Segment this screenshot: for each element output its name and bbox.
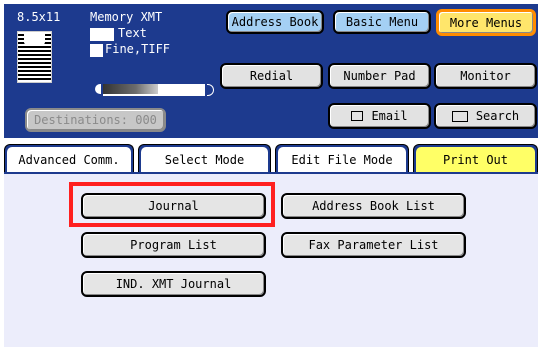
paper-size: 8.5x11 [17, 10, 61, 24]
destinations-button[interactable]: Destinations: 000 [25, 108, 166, 132]
tab-select-mode[interactable]: Select Mode [138, 144, 271, 172]
orig-type: Text [118, 26, 147, 40]
text-icon [90, 28, 114, 41]
address-book-button[interactable]: Address Book [226, 10, 324, 34]
email-button[interactable]: Email [328, 103, 431, 129]
tab-edit-file-mode[interactable]: Edit File Mode [275, 144, 409, 172]
search-button[interactable]: Search [434, 103, 537, 129]
fax-parameter-list-button[interactable]: Fax Parameter List [281, 232, 466, 258]
density-right-icon [207, 84, 214, 96]
book-icon [451, 110, 468, 122]
header-panel: 8.5x11 Memory XMT Text Fine,TIFF Destina… [4, 4, 538, 138]
redial-button[interactable]: Redial [220, 63, 323, 89]
document-icon [17, 31, 52, 83]
tab-print-out[interactable]: Print Out [413, 144, 538, 172]
fax-screen: 8.5x11 Memory XMT Text Fine,TIFF Destina… [0, 0, 542, 349]
number-pad-button[interactable]: Number Pad [328, 63, 431, 89]
density-left-icon [95, 84, 101, 94]
program-list-button[interactable]: Program List [81, 232, 266, 258]
density-bar [90, 83, 217, 96]
envelope-icon [351, 111, 364, 121]
resolution: Fine,TIFF [105, 42, 171, 56]
ind-xmt-journal-button[interactable]: IND. XMT Journal [81, 271, 266, 297]
journal-button[interactable]: Journal [81, 193, 266, 219]
basic-menu-button[interactable]: Basic Menu [333, 10, 431, 34]
address-book-list-button[interactable]: Address Book List [281, 193, 466, 219]
more-menus-button[interactable]: More Menus [436, 9, 536, 36]
tab-advanced-comm[interactable]: Advanced Comm. [4, 144, 134, 172]
density-fill [103, 84, 158, 94]
mode-label: Memory XMT [90, 10, 163, 24]
resolution-icon [90, 44, 103, 57]
monitor-button[interactable]: Monitor [434, 63, 537, 89]
